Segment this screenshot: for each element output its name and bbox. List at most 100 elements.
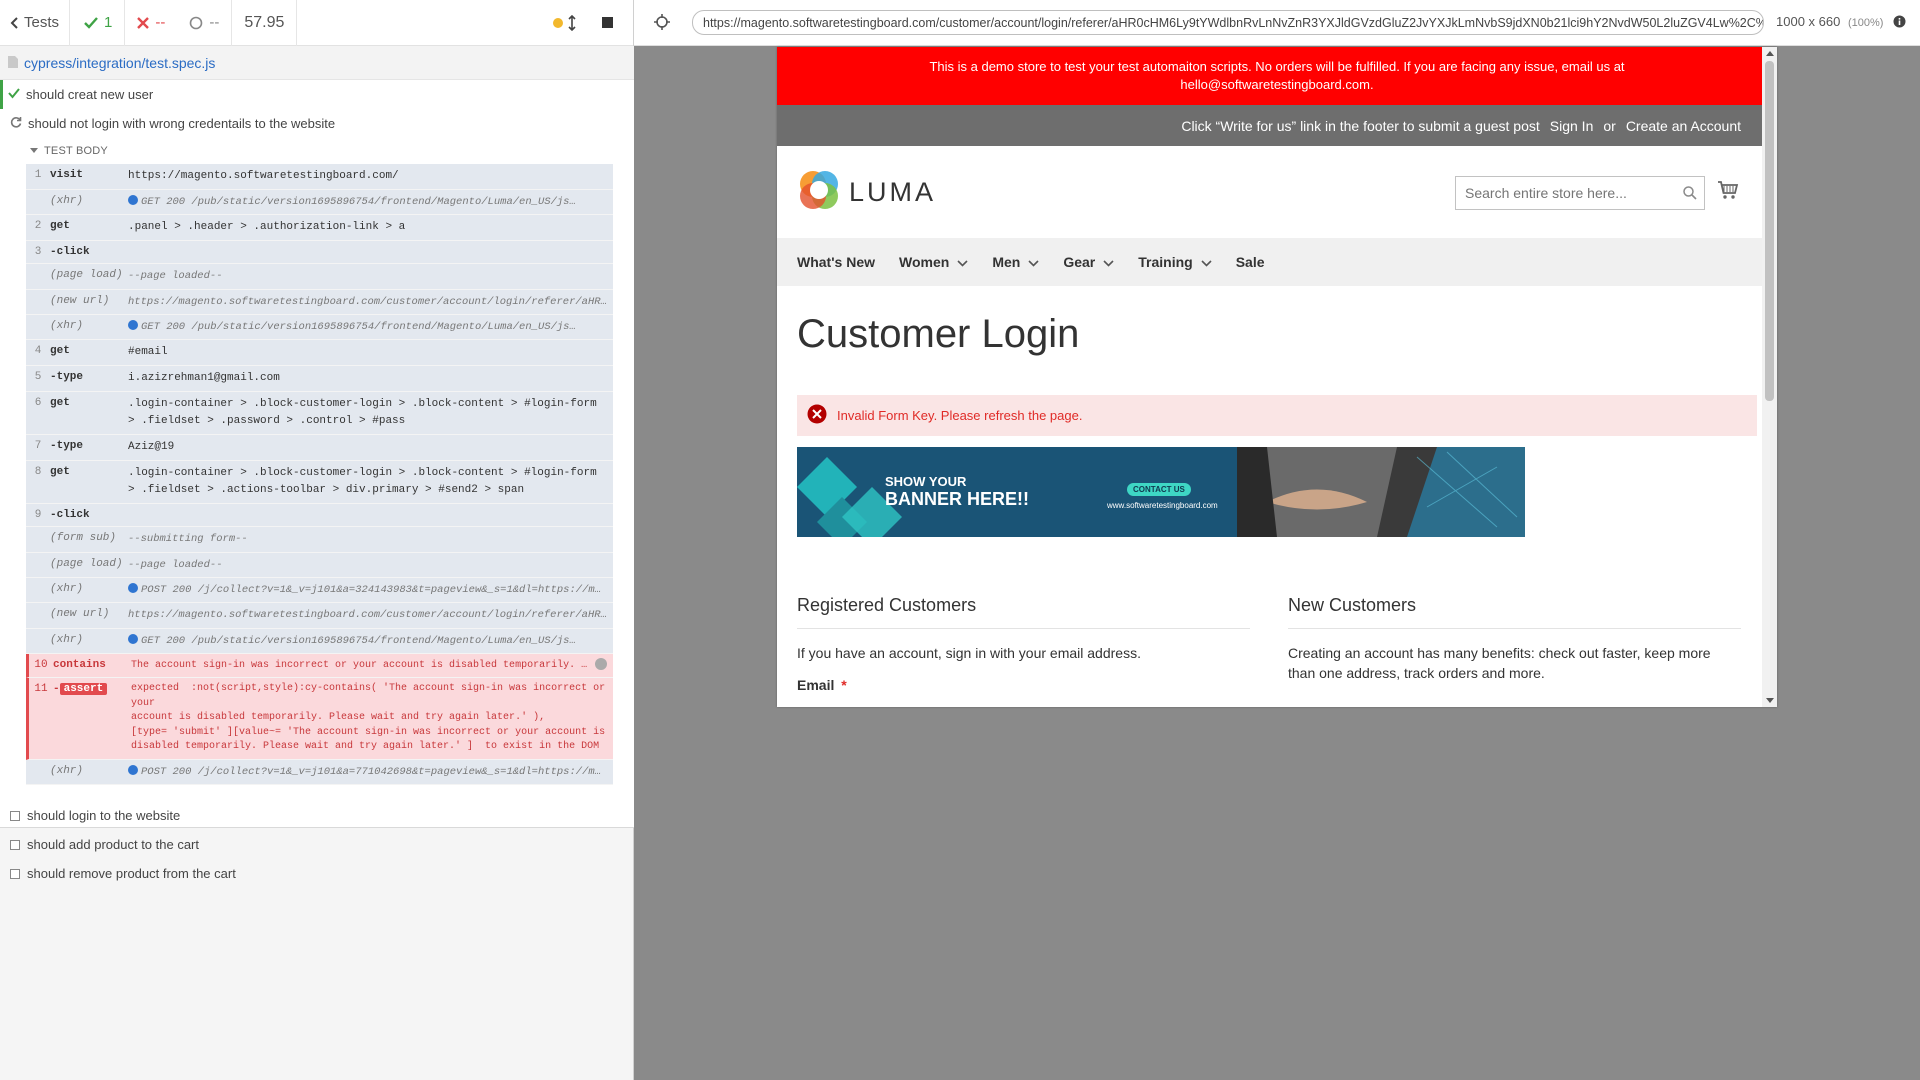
command-row[interactable]: (xhr) POST 200 /j/collect?v=1&_v=j101&a=7… <box>26 759 613 786</box>
nav-whats-new[interactable]: What's New <box>797 254 875 270</box>
command-message: POST 200 /j/collect?v=1&_v=j101&a=324143… <box>128 582 613 598</box>
xhr-dot-icon <box>128 583 138 594</box>
command-row[interactable]: (new url) https://magento.softwaretesting… <box>26 603 613 629</box>
command-row[interactable]: (page load) --page loaded-- <box>26 552 613 579</box>
command-row[interactable]: 1 visit https://magento.softwaretestingboa… <box>26 164 613 191</box>
command-row[interactable]: 9 -click <box>26 504 613 528</box>
demo-notice-email[interactable]: hello@softwaretestingboard.com. <box>777 76 1777 94</box>
registered-text: If you have an account, sign in with you… <box>797 645 1141 661</box>
scrollbar-thumb[interactable] <box>1765 61 1774 401</box>
command-row[interactable]: (xhr) POST 200 /j/collect?v=1&_v=j101&a=3… <box>26 578 613 604</box>
nav-men[interactable]: Men <box>992 254 1039 270</box>
command-row[interactable]: 11- assert expected :not(script,style):cy-… <box>26 678 613 760</box>
xhr-dot-icon <box>128 195 138 206</box>
command-name: get <box>50 345 70 358</box>
nav-women[interactable]: Women <box>899 254 968 270</box>
command-message: https://magento.softwaretestingboard.com… <box>128 295 613 308</box>
command-row[interactable]: 2 get .panel > .header > .authorization-li… <box>26 215 613 242</box>
command-row[interactable]: 6 get .login-container > .block-customer-l… <box>26 392 613 436</box>
circle-icon <box>189 16 203 30</box>
command-name: (xhr) <box>50 195 84 208</box>
pending-stat[interactable]: -- <box>177 0 233 46</box>
command-number: 8 <box>34 466 42 479</box>
command-name: (xhr) <box>50 319 84 332</box>
nav-gear[interactable]: Gear <box>1063 254 1114 270</box>
auto-scroll-toggle[interactable] <box>544 0 584 46</box>
viewport-info[interactable]: 1000 x 660 (100%) <box>1776 14 1906 31</box>
test-title: should not login with wrong credentails … <box>28 116 336 131</box>
pin-icon[interactable] <box>595 657 607 670</box>
advertisement-banner[interactable]: SHOW YOUR BANNER HERE!! CONTACT US www.s… <box>797 447 1525 537</box>
test-body-label: TEST BODY <box>44 145 108 157</box>
command-number: 1 <box>34 169 42 181</box>
iframe-scrollbar[interactable] <box>1762 47 1777 707</box>
failed-stat[interactable]: -- <box>125 0 177 46</box>
nav-training[interactable]: Training <box>1138 254 1212 270</box>
banner-line2: BANNER HERE!! <box>885 489 1029 509</box>
passed-stat[interactable]: 1 <box>70 0 126 46</box>
command-row[interactable]: (form sub) --submitting form-- <box>26 527 613 553</box>
command-name: (page load) <box>50 557 123 570</box>
search-icon[interactable] <box>1683 186 1697 203</box>
app-runner: https://magento.softwaretestingboard.com… <box>634 0 1920 1080</box>
xhr-dot-icon <box>128 319 138 330</box>
aut-iframe: This is a demo store to test your test a… <box>777 47 1777 707</box>
test-title: should remove product from the cart <box>27 866 236 882</box>
error-message: Invalid Form Key. Please refresh the pag… <box>797 395 1757 436</box>
command-number <box>26 633 50 634</box>
command-row[interactable]: (xhr) GET 200 /pub/static/version16958967… <box>26 190 613 216</box>
command-message: i.azizrehman1@gmail.com <box>128 372 280 385</box>
command-name: contains <box>53 658 106 671</box>
pending-test-item[interactable]: should remove product from the cart <box>0 859 634 888</box>
pending-test-item[interactable]: should login to the website <box>0 801 634 830</box>
nav-sale[interactable]: Sale <box>1236 254 1265 270</box>
command-name: -click <box>50 246 90 259</box>
command-number: 11 <box>34 683 48 696</box>
test-item-passed[interactable]: should creat new user <box>0 80 634 109</box>
url-display[interactable]: https://magento.softwaretestingboard.com… <box>692 10 1764 35</box>
error-icon <box>807 404 827 427</box>
command-number: 9 <box>34 509 42 522</box>
logo[interactable]: LUMA <box>797 168 936 217</box>
cart-icon[interactable] <box>1717 180 1739 205</box>
test-body-toggle[interactable]: TEST BODY <box>0 138 634 164</box>
command-row[interactable]: 3 -click <box>26 241 613 265</box>
command-row[interactable]: 5 -type i.azizrehman1@gmail.com <box>26 366 613 393</box>
command-name: -click <box>50 509 90 522</box>
refresh-icon <box>10 116 22 131</box>
command-row[interactable]: (new url) https://magento.softwaretesting… <box>26 289 613 315</box>
pending-test-item[interactable]: should add product to the cart <box>0 830 634 859</box>
test-title: should login to the website <box>27 808 181 824</box>
command-message: https://magento.softwaretestingboard.com… <box>128 609 613 622</box>
url-bar: https://magento.softwaretestingboard.com… <box>634 0 1920 46</box>
spec-file-header[interactable]: cypress/integration/test.spec.js <box>0 46 634 80</box>
command-row[interactable]: (page load) --page loaded-- <box>26 264 613 290</box>
command-message: .login-container > .block-customer-login… <box>128 467 597 497</box>
scroll-up-arrow-icon[interactable] <box>1766 51 1774 56</box>
main-content: Customer Login Invalid Form Key. Please … <box>777 312 1777 693</box>
command-row[interactable]: (xhr) GET 200 /pub/static/version16958967… <box>26 314 613 341</box>
nav-label: Training <box>1138 254 1193 270</box>
command-message: GET 200 /pub/static/version1695896754/fr… <box>128 319 613 335</box>
test-item-running[interactable]: should not login with wrong credentails … <box>0 109 634 138</box>
command-row[interactable]: 8 get .login-container > .block-customer-l… <box>26 461 613 505</box>
back-to-tests-button[interactable]: Tests <box>0 0 71 46</box>
create-account-link[interactable]: Create an Account <box>1626 118 1741 134</box>
search-input[interactable]: Search entire store here... <box>1455 176 1705 210</box>
or-text: or <box>1603 117 1616 134</box>
command-row[interactable]: (xhr) GET 200 /pub/static/version16958967… <box>26 628 613 654</box>
command-number: 2 <box>34 220 42 233</box>
search-placeholder: Search entire store here... <box>1465 185 1627 201</box>
command-name: get <box>50 397 70 410</box>
scroll-down-arrow-icon[interactable] <box>1766 698 1774 703</box>
command-row[interactable]: 4 get #email <box>26 340 613 367</box>
pending-icon <box>10 839 20 850</box>
command-row[interactable]: 10 contains The account sign-in was incorr… <box>26 653 613 679</box>
command-name: (page load) <box>50 269 123 282</box>
sign-in-link[interactable]: Sign In <box>1550 118 1594 134</box>
command-row[interactable]: 7 -type Aziz@19 <box>26 435 613 462</box>
selector-playground-icon[interactable] <box>654 14 670 35</box>
stop-button[interactable] <box>584 0 633 46</box>
command-number <box>26 607 50 608</box>
luma-logo-icon <box>797 168 841 217</box>
